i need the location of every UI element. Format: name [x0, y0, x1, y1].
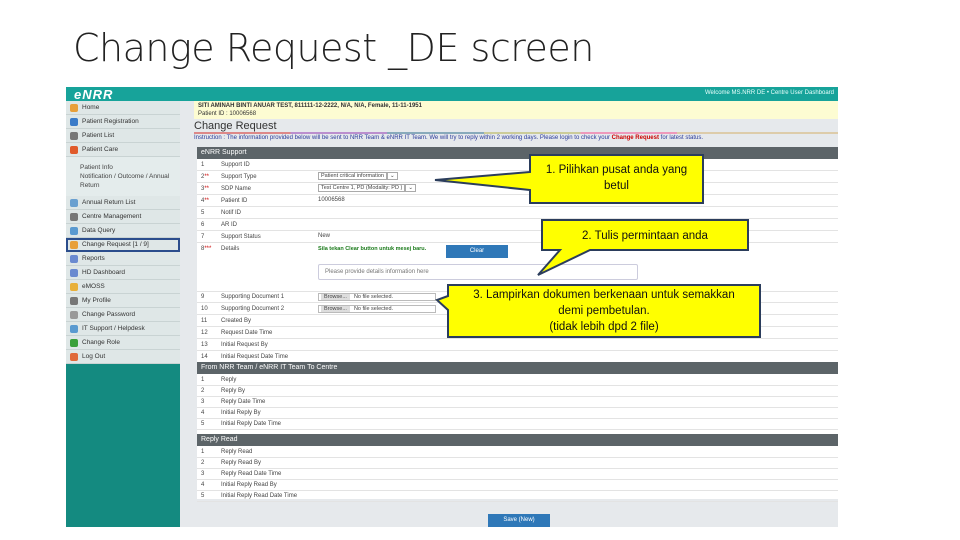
callout-layer	[434, 154, 761, 338]
callout-2-text: 2. Tulis permintaan anda	[582, 230, 708, 242]
callout-3-line2: demi pembetulan.	[558, 305, 650, 317]
callout-3-line1: 3. Lampirkan dokumen berkenaan untuk sem…	[473, 289, 735, 301]
callout-3-line3: (tidak lebih dpd 2 file)	[549, 321, 659, 333]
callout-3-text: 3. Lampirkan dokumen berkenaan untuk sem…	[450, 287, 758, 335]
callout-1-text: 1. Pilihkan pusat anda yang betul	[545, 164, 688, 192]
